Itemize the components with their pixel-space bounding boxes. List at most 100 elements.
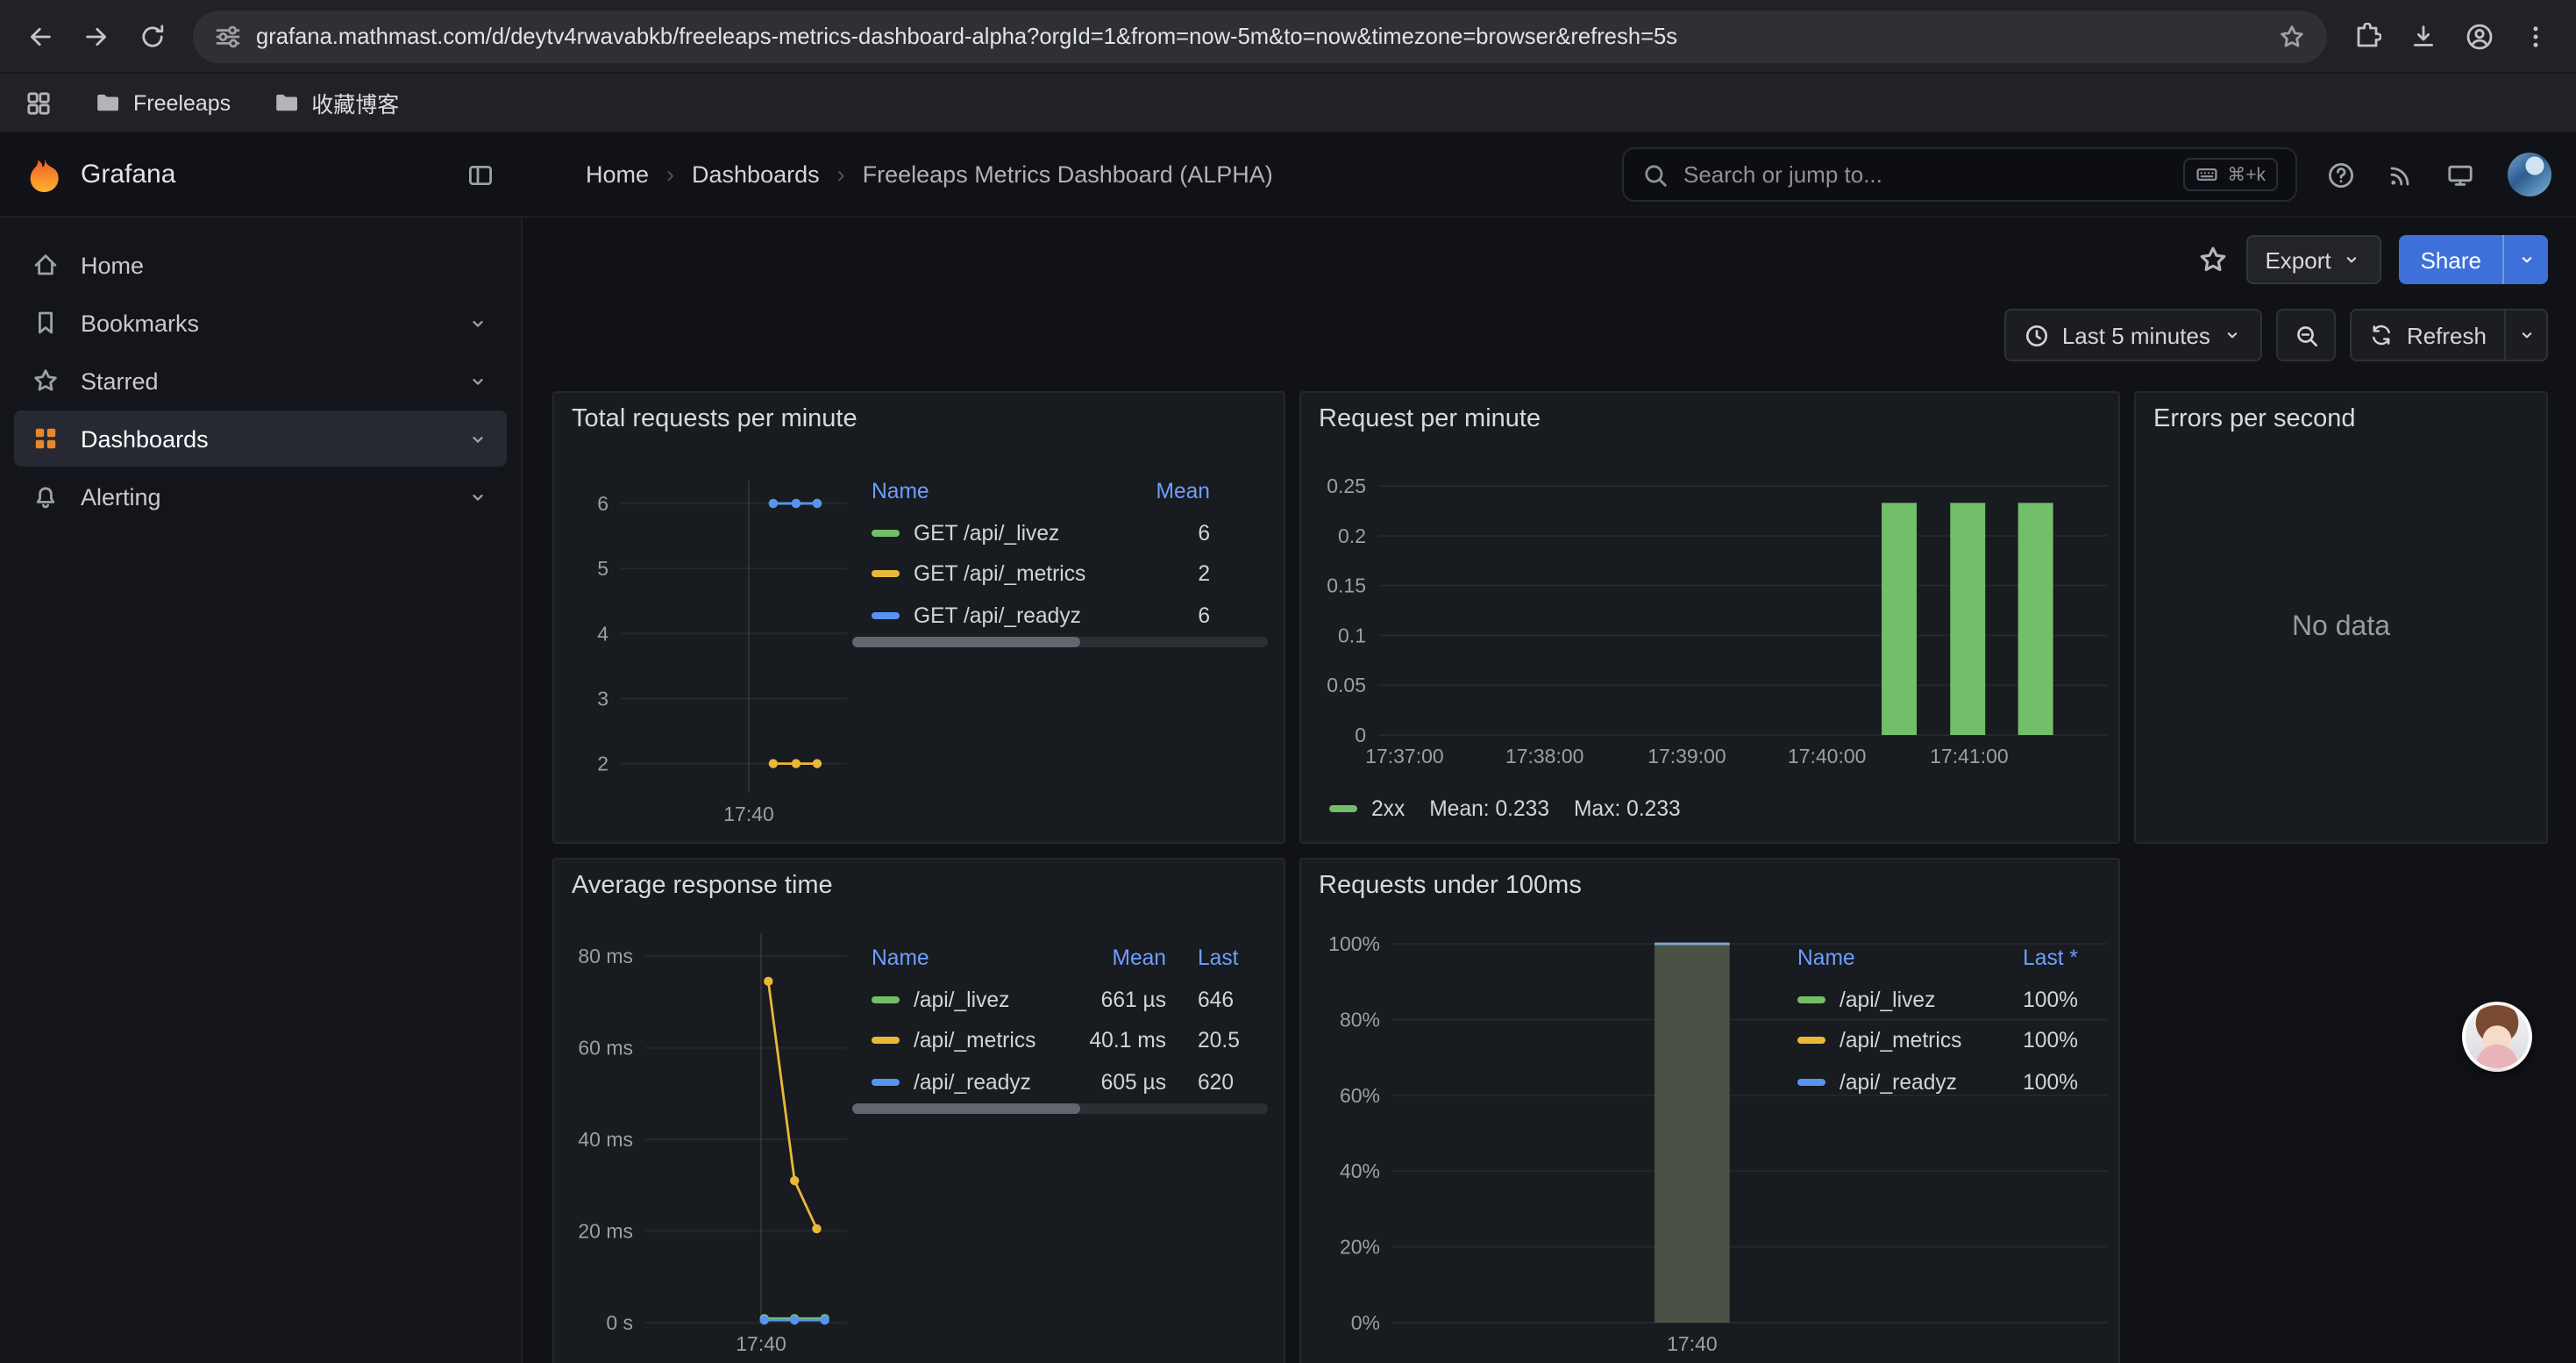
panel-requests-under-100ms[interactable]: Requests under 100ms 100%80%60%40%20%0%1…	[1299, 858, 2120, 1363]
bell-icon	[32, 482, 60, 510]
sidebar-item-alerting[interactable]: Alerting	[14, 468, 507, 525]
no-data-message: No data	[2136, 612, 2546, 644]
legend-cell: 661 µs	[1078, 988, 1166, 1012]
home-icon	[32, 251, 60, 279]
help-icon[interactable]	[2315, 148, 2367, 201]
chevron-down-icon	[2516, 249, 2537, 270]
breadcrumb-separator: ›	[837, 161, 845, 188]
legend-row[interactable]: /api/_livez100%	[1797, 979, 2078, 1020]
legend-scrollbar[interactable]	[852, 637, 1268, 647]
svg-text:17:40: 17:40	[723, 803, 774, 825]
panel-average-response-time[interactable]: Average response time 80 ms60 ms40 ms20 …	[552, 858, 1285, 1363]
browser-profile-icon[interactable]	[2453, 10, 2506, 62]
breadcrumb-item[interactable]: Dashboards	[692, 161, 820, 188]
bookmark-item[interactable]: Freeleaps	[95, 86, 231, 119]
search-input[interactable]	[1683, 161, 2169, 188]
browser-menu-icon[interactable]	[2509, 10, 2562, 62]
legend-column-header[interactable]: Mean	[1108, 479, 1210, 503]
downloads-icon[interactable]	[2397, 10, 2450, 62]
legend-row[interactable]: /api/_metrics100%	[1797, 1020, 2078, 1061]
legend-column-header[interactable]: Name	[872, 479, 1108, 503]
refresh-interval-toggle[interactable]	[2504, 310, 2546, 360]
legend-column-header[interactable]: Mean	[1078, 946, 1166, 970]
legend-table: NameLast */api/_livez100%/api/_metrics10…	[1797, 937, 2078, 1103]
grafana-logo[interactable]	[25, 155, 63, 194]
legend-column-header[interactable]: Last *	[1990, 946, 2078, 970]
series-stat: Mean: 0.233	[1429, 796, 1549, 821]
legend-row[interactable]: /api/_metrics40.1 ms20.5 ms	[872, 1020, 1240, 1061]
series-swatch	[872, 1079, 900, 1086]
legend-row[interactable]: /api/_readyz605 µs620 µs	[872, 1061, 1240, 1103]
kiosk-monitor-icon[interactable]	[2434, 148, 2487, 201]
scrollbar-thumb[interactable]	[852, 1103, 1081, 1114]
breadcrumb-item: Freeleaps Metrics Dashboard (ALPHA)	[863, 161, 1273, 188]
svg-text:17:40: 17:40	[736, 1332, 786, 1355]
share-button[interactable]: Share	[2400, 235, 2548, 284]
share-menu-toggle[interactable]	[2502, 235, 2548, 284]
browser-window: grafana.mathmast.com/d/deytv4rwavabkb/fr…	[0, 0, 2576, 1363]
time-range-picker[interactable]: Last 5 minutes	[2004, 309, 2263, 361]
panel-total-requests[interactable]: Total requests per minute 6543217:40 Nam…	[552, 391, 1285, 844]
apps-grid-icon[interactable]	[25, 89, 53, 117]
bookmark-icon	[32, 309, 60, 337]
sidebar-item-home[interactable]: Home	[14, 237, 507, 293]
legend-inline[interactable]: 2xxMean: 0.233Max: 0.233	[1329, 796, 1681, 821]
extensions-icon[interactable]	[2341, 10, 2394, 62]
sidebar-item-label: Alerting	[81, 483, 161, 510]
svg-text:60%: 60%	[1340, 1084, 1380, 1107]
legend-cell: /api/_metrics	[1797, 1029, 1990, 1053]
legend-cell: 100%	[1990, 1029, 2078, 1053]
floating-assistant-avatar[interactable]	[2462, 1002, 2532, 1072]
panel-errors-per-second[interactable]: Errors per second No data	[2134, 391, 2548, 844]
svg-text:40 ms: 40 ms	[578, 1128, 633, 1151]
sidebar-item-starred[interactable]: Starred	[14, 353, 507, 409]
bookmark-star-icon[interactable]	[2278, 22, 2306, 50]
search-box[interactable]: ⌘+k	[1622, 147, 2297, 202]
refresh-label: Refresh	[2407, 322, 2487, 348]
favorite-star-icon[interactable]	[2196, 244, 2228, 275]
back-icon[interactable]	[14, 10, 67, 62]
site-settings-icon[interactable]	[214, 22, 242, 50]
legend-row[interactable]: GET /api/_readyz6	[872, 595, 1210, 636]
forward-icon[interactable]	[70, 10, 123, 62]
legend-column-header[interactable]: Last *	[1198, 946, 1240, 970]
legend-row[interactable]: GET /api/_livez6	[872, 512, 1210, 553]
bar-chart: 0.250.20.150.10.05017:37:0017:38:0017:39…	[1301, 393, 2118, 842]
scrollbar-thumb[interactable]	[852, 637, 1081, 647]
panel-title[interactable]: Errors per second	[2153, 405, 2356, 433]
legend-column-header[interactable]: Name	[872, 946, 1078, 970]
url-text[interactable]: grafana.mathmast.com/d/deytv4rwavabkb/fr…	[256, 23, 2264, 49]
legend-row[interactable]: /api/_livez661 µs646 µs	[872, 979, 1240, 1020]
legend-column-header[interactable]: Name	[1797, 946, 1990, 970]
svg-text:100%: 100%	[1328, 932, 1380, 955]
news-rss-icon[interactable]	[2374, 148, 2427, 201]
chevron-down-icon[interactable]	[466, 311, 489, 334]
bookmark-item[interactable]: 收藏博客	[273, 86, 399, 119]
grafana-app: Grafana Home›Dashboards›Freeleaps Metric…	[0, 133, 2576, 1363]
grafana-body: HomeBookmarksStarredDashboards Alerting E…	[0, 218, 2576, 1363]
legend-row[interactable]: GET /api/_metrics2	[872, 553, 1210, 595]
legend-cell: /api/_readyz	[872, 1070, 1078, 1095]
export-button[interactable]: Export	[2245, 235, 2381, 284]
shortcut-text: ⌘+k	[2227, 164, 2266, 185]
browser-toolbar: grafana.mathmast.com/d/deytv4rwavabkb/fr…	[0, 0, 2576, 74]
chevron-down-icon[interactable]	[466, 485, 489, 508]
mega-menu-toggle-icon[interactable]	[466, 161, 495, 189]
user-avatar[interactable]	[2508, 153, 2551, 196]
address-bar[interactable]: grafana.mathmast.com/d/deytv4rwavabkb/fr…	[193, 10, 2327, 62]
legend-row[interactable]: /api/_readyz100%	[1797, 1061, 2078, 1103]
panel-request-per-minute[interactable]: Request per minute 0.250.20.150.10.05017…	[1299, 391, 2120, 844]
refresh-button[interactable]: Refresh	[2351, 309, 2548, 361]
legend-header-row: NameMean Last *	[872, 937, 1240, 979]
zoom-out-button[interactable]	[2277, 309, 2337, 361]
sidebar-item-dashboards[interactable]: Dashboards	[14, 410, 507, 467]
reload-icon[interactable]	[126, 10, 179, 62]
sidebar-item-bookmarks[interactable]: Bookmarks	[14, 295, 507, 351]
series-name[interactable]: 2xx	[1371, 796, 1405, 821]
chevron-down-icon[interactable]	[466, 427, 489, 450]
breadcrumb-item[interactable]: Home	[586, 161, 649, 188]
folder-icon	[273, 89, 299, 116]
legend-scrollbar[interactable]	[852, 1103, 1268, 1114]
chevron-down-icon[interactable]	[466, 369, 489, 392]
legend-table: NameMean GET /api/_livez6GET /api/_metric…	[872, 470, 1210, 636]
